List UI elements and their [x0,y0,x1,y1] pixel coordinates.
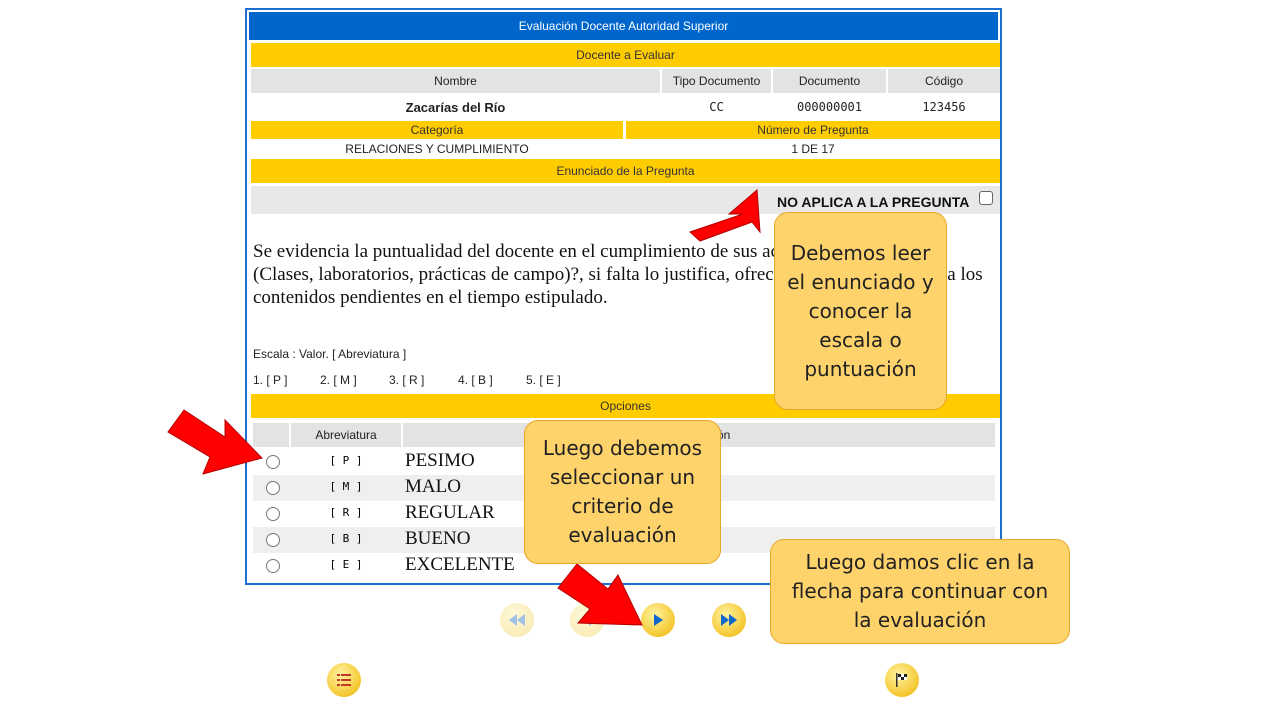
arrow-to-statement [689,188,761,242]
callout-next: Luego damos clic en la flecha para conti… [770,539,1070,644]
callout-select: Luego debemos seleccionar un criterio de… [524,420,721,564]
instruction-arrows [167,188,761,626]
callout-read: Debemos leer el enunciado y conocer la e… [774,212,947,410]
arrow-to-options [167,409,263,475]
arrow-to-next [557,563,643,626]
